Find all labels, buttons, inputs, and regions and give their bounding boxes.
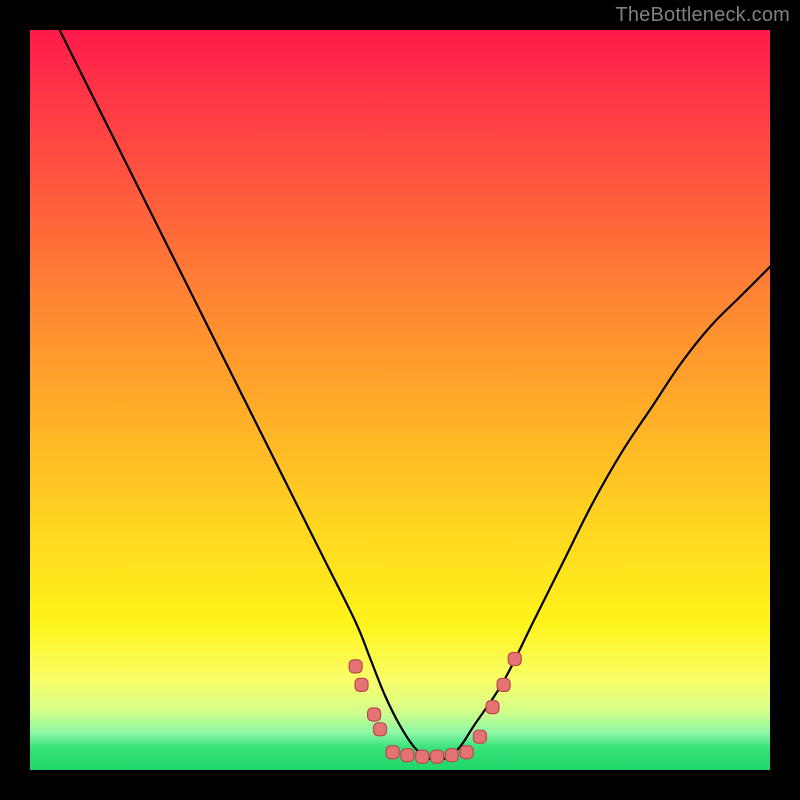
curve-marker bbox=[431, 750, 444, 763]
curve-marker bbox=[368, 708, 381, 721]
watermark-text: TheBottleneck.com bbox=[615, 4, 790, 27]
curve-marker bbox=[445, 749, 458, 762]
curve-marker bbox=[416, 750, 429, 763]
curve-marker bbox=[497, 678, 510, 691]
curve-marker bbox=[374, 723, 387, 736]
chart-frame: TheBottleneck.com bbox=[0, 0, 800, 800]
curve-marker bbox=[386, 746, 399, 759]
curve-marker bbox=[460, 746, 473, 759]
curve-marker bbox=[473, 730, 486, 743]
curve-marker bbox=[355, 678, 368, 691]
main-curve bbox=[60, 30, 770, 760]
chart-svg bbox=[30, 30, 770, 770]
curve-marker bbox=[349, 660, 362, 673]
curve-marker bbox=[508, 653, 521, 666]
plot-area bbox=[30, 30, 770, 770]
curve-marker bbox=[401, 749, 414, 762]
curve-marker bbox=[486, 701, 499, 714]
